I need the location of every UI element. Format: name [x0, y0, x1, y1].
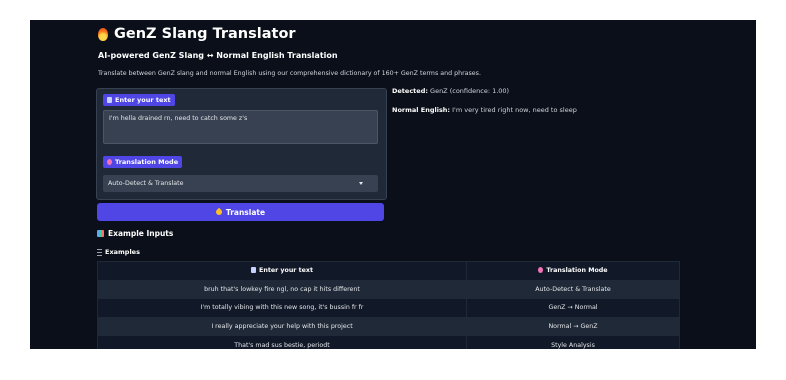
target-icon	[107, 159, 112, 165]
app-window: GenZ Slang Translator AI-powered GenZ Sl…	[30, 20, 756, 349]
detected-result: Detected: GenZ (confidence: 1.00)	[392, 87, 509, 95]
example-text-cell[interactable]: That's mad sus bestie, periodt	[97, 335, 467, 349]
table-row[interactable]: I'm totally vibing with this new song, i…	[97, 298, 680, 318]
example-mode-cell[interactable]: Auto-Detect & Translate	[466, 279, 680, 300]
column-header-text: Enter your text	[97, 261, 467, 281]
translation-mode-select[interactable]: Auto-Detect & Translate	[103, 175, 378, 192]
example-text-cell[interactable]: I'm totally vibing with this new song, i…	[97, 298, 467, 318]
detected-label: Detected:	[392, 87, 428, 95]
fire-icon	[98, 27, 108, 41]
translate-button[interactable]: Translate	[97, 203, 384, 221]
examples-header-row: Enter your text Translation Mode	[97, 261, 680, 281]
translate-button-label: Translate	[225, 207, 266, 217]
input-panel: Enter your text I'm hella drained rn, ne…	[96, 88, 387, 200]
app-subtitle: AI-powered GenZ Slang ↔ Normal English T…	[98, 51, 338, 60]
example-text-cell[interactable]: bruh that's lowkey fire ngl, no cap it h…	[97, 279, 467, 300]
example-mode-cell[interactable]: Normal → GenZ	[466, 316, 680, 337]
note-icon	[107, 97, 112, 103]
column-header-mode: Translation Mode	[466, 261, 680, 281]
example-mode-cell[interactable]: GenZ → Normal	[466, 298, 680, 318]
rocket-icon	[214, 207, 224, 217]
app-title: GenZ Slang Translator	[98, 26, 296, 42]
examples-table: Enter your text Translation Mode bruh th…	[97, 261, 680, 349]
table-row[interactable]: bruh that's lowkey fire ngl, no cap it h…	[97, 279, 680, 300]
example-mode-cell[interactable]: Style Analysis	[466, 335, 680, 349]
examples-label-text: Examples	[105, 248, 140, 256]
mode-label-badge: Translation Mode	[103, 156, 183, 168]
example-inputs-title: Example Inputs	[108, 229, 174, 238]
app-title-text: GenZ Slang Translator	[114, 26, 296, 42]
note-icon	[251, 267, 257, 274]
example-inputs-heading: Example Inputs	[97, 229, 173, 238]
translation-mode-value: Auto-Detect & Translate	[108, 180, 184, 187]
table-row[interactable]: That's mad sus bestie, periodt Style Ana…	[97, 335, 680, 349]
input-label: Enter your text	[115, 96, 171, 104]
caret-down-icon	[359, 182, 363, 185]
text-input[interactable]: I'm hella drained rn, need to catch some…	[103, 110, 378, 144]
normal-english-result: Normal English: I'm very tired right now…	[392, 106, 577, 114]
list-icon	[97, 248, 102, 256]
example-text-cell[interactable]: I really appreciate your help with this …	[97, 316, 467, 337]
input-label-badge: Enter your text	[103, 94, 175, 106]
table-row[interactable]: I really appreciate your help with this …	[97, 316, 680, 337]
books-icon	[97, 230, 104, 237]
app-description: Translate between GenZ slang and normal …	[98, 70, 481, 77]
examples-label: Examples	[97, 248, 140, 256]
detected-value: GenZ (confidence: 1.00)	[430, 87, 510, 95]
target-icon	[538, 267, 544, 274]
normal-english-label: Normal English:	[392, 106, 451, 114]
normal-english-value: I'm very tired right now, need to sleep	[452, 106, 577, 114]
mode-label: Translation Mode	[115, 158, 179, 166]
